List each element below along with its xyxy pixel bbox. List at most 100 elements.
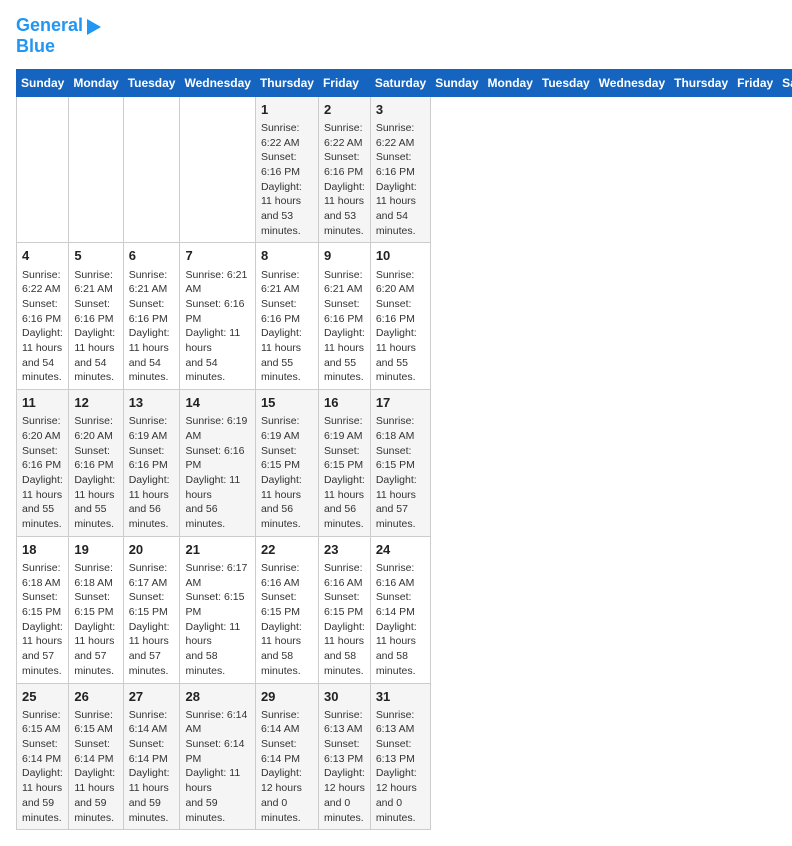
day-number: 14 [185, 394, 249, 412]
cell-content-line: Daylight: 11 hours [376, 326, 425, 355]
header-sunday: Sunday [17, 69, 69, 96]
cell-content-line: Sunrise: 6:19 AM [129, 414, 175, 443]
calendar-cell: 19Sunrise: 6:18 AMSunset: 6:15 PMDayligh… [69, 536, 123, 683]
cell-content-line: Daylight: 11 hours [22, 766, 63, 795]
logo-blue: Blue [16, 36, 101, 57]
cell-content-line: Daylight: 11 hours [376, 473, 425, 502]
cell-content-line: Sunset: 6:14 PM [185, 737, 249, 766]
cell-content-line: Sunrise: 6:18 AM [22, 561, 63, 590]
cell-content-line: and 57 minutes. [129, 649, 175, 678]
cell-content-line: Sunrise: 6:21 AM [324, 268, 365, 297]
calendar-week-3: 11Sunrise: 6:20 AMSunset: 6:16 PMDayligh… [17, 390, 792, 537]
calendar-cell: 31Sunrise: 6:13 AMSunset: 6:13 PMDayligh… [370, 683, 430, 830]
day-number: 6 [129, 247, 175, 265]
calendar-cell: 5Sunrise: 6:21 AMSunset: 6:16 PMDaylight… [69, 243, 123, 390]
cell-content-line: and 58 minutes. [376, 649, 425, 678]
cell-content-line: Daylight: 11 hours [22, 473, 63, 502]
calendar-cell: 8Sunrise: 6:21 AMSunset: 6:16 PMDaylight… [255, 243, 318, 390]
cell-content-line: Daylight: 11 hours [376, 620, 425, 649]
day-number: 25 [22, 688, 63, 706]
cell-content-line: and 54 minutes. [22, 356, 63, 385]
cell-content-line: Daylight: 11 hours [22, 620, 63, 649]
calendar-cell: 11 Sunrise: 6:20 AMSunset: 6:16 PMDayligh… [17, 390, 69, 537]
cell-content-line: Sunset: 6:15 PM [261, 444, 313, 473]
calendar-cell: 12Sunrise: 6:20 AMSunset: 6:16 PMDayligh… [69, 390, 123, 537]
day-number: 7 [185, 247, 249, 265]
cell-content-line: Sunset: 6:16 PM [261, 297, 313, 326]
cell-content-line: and 55 minutes. [376, 356, 425, 385]
cell-content-line: Daylight: 11 hours [74, 766, 117, 795]
day-number: 29 [261, 688, 313, 706]
cell-content-line: Sunset: 6:16 PM [22, 444, 63, 473]
cell-content-line: Sunset: 6:14 PM [261, 737, 313, 766]
logo-icon [87, 19, 101, 35]
header-day-friday: Friday [733, 69, 778, 96]
day-number: 4 [22, 247, 63, 265]
day-number: 30 [324, 688, 365, 706]
cell-content-line: Daylight: 11 hours [74, 473, 117, 502]
cell-content-line: Daylight: 11 hours [261, 473, 313, 502]
calendar-cell: 23Sunrise: 6:16 AMSunset: 6:15 PMDayligh… [318, 536, 370, 683]
day-number: 27 [129, 688, 175, 706]
day-number: 5 [74, 247, 117, 265]
cell-content-line: Sunset: 6:15 PM [185, 590, 249, 619]
cell-content-line: Sunrise: 6:17 AM [185, 561, 249, 590]
calendar-week-2: 4Sunrise: 6:22 AMSunset: 6:16 PMDaylight… [17, 243, 792, 390]
cell-content-line: and 56 minutes. [129, 502, 175, 531]
calendar-cell [69, 96, 123, 243]
calendar-table: SundayMondayTuesdayWednesdayThursdayFrid… [16, 69, 792, 830]
cell-content-line: Sunset: 6:16 PM [261, 150, 313, 179]
day-number: 15 [261, 394, 313, 412]
cell-content-line: Daylight: 11 hours [324, 180, 365, 209]
calendar-cell: 28Sunrise: 6:14 AMSunset: 6:14 PMDayligh… [180, 683, 255, 830]
header-wednesday: Wednesday [180, 69, 255, 96]
calendar-cell: 16Sunrise: 6:19 AMSunset: 6:15 PMDayligh… [318, 390, 370, 537]
cell-content-line: Sunrise: 6:22 AM [376, 121, 425, 150]
cell-content-line: Daylight: 11 hours [129, 766, 175, 795]
day-number: 8 [261, 247, 313, 265]
cell-content-line: Daylight: 11 hours [185, 473, 249, 502]
cell-content-line: Sunrise: 6:15 AM [22, 708, 63, 737]
cell-content-line: Sunset: 6:16 PM [376, 150, 425, 179]
day-number: 19 [74, 541, 117, 559]
calendar-cell: 10Sunrise: 6:20 AMSunset: 6:16 PMDayligh… [370, 243, 430, 390]
cell-content-line: and 53 minutes. [324, 209, 365, 238]
calendar-cell: 21Sunrise: 6:17 AMSunset: 6:15 PMDayligh… [180, 536, 255, 683]
cell-content-line: Sunset: 6:16 PM [74, 297, 117, 326]
calendar-cell: 22Sunrise: 6:16 AMSunset: 6:15 PMDayligh… [255, 536, 318, 683]
header-day-tuesday: Tuesday [537, 69, 594, 96]
day-number: 11 [22, 394, 63, 412]
cell-content-line: and 53 minutes. [261, 209, 313, 238]
cell-content-line: and 57 minutes. [22, 649, 63, 678]
calendar-cell: 14Sunrise: 6:19 AMSunset: 6:16 PMDayligh… [180, 390, 255, 537]
day-number: 28 [185, 688, 249, 706]
cell-content-line: Sunrise: 6:13 AM [324, 708, 365, 737]
day-number: 2 [324, 101, 365, 119]
cell-content-line: Sunrise: 6:16 AM [261, 561, 313, 590]
calendar-cell: 3 Sunrise: 6:22 AMSunset: 6:16 PMDaylight… [370, 96, 430, 243]
cell-content-line: Daylight: 11 hours [376, 180, 425, 209]
header-day-saturday: Saturday [778, 69, 792, 96]
cell-content-line: Sunset: 6:15 PM [324, 590, 365, 619]
cell-content-line: and 57 minutes. [376, 502, 425, 531]
cell-content-line: Daylight: 11 hours [74, 326, 117, 355]
cell-content-line: and 55 minutes. [22, 502, 63, 531]
day-number: 3 [376, 101, 425, 119]
cell-content-line: and 58 minutes. [261, 649, 313, 678]
cell-content-line: and 54 minutes. [129, 356, 175, 385]
day-number: 21 [185, 541, 249, 559]
day-number: 12 [74, 394, 117, 412]
header-friday: Friday [318, 69, 370, 96]
cell-content-line: and 55 minutes. [74, 502, 117, 531]
cell-content-line: Sunrise: 6:22 AM [261, 121, 313, 150]
cell-content-line: Sunset: 6:15 PM [376, 444, 425, 473]
day-number: 18 [22, 541, 63, 559]
cell-content-line: Sunrise: 6:20 AM [22, 414, 63, 443]
calendar-cell [17, 96, 69, 243]
cell-content-line: Sunset: 6:15 PM [74, 590, 117, 619]
cell-content-line: Sunset: 6:16 PM [185, 444, 249, 473]
cell-content-line: Sunset: 6:13 PM [376, 737, 425, 766]
header-day-sunday: Sunday [431, 69, 483, 96]
day-number: 17 [376, 394, 425, 412]
cell-content-line: Daylight: 11 hours [185, 326, 249, 355]
